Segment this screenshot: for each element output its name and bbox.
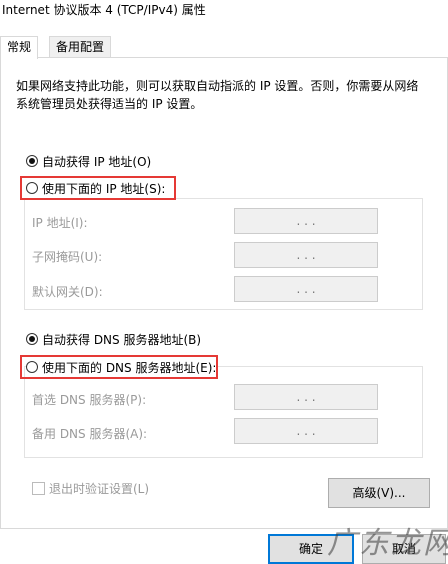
window-title: Internet 协议版本 4 (TCP/IPv4) 属性 [2,3,206,17]
radio-auto-ip[interactable]: 自动获得 IP 地址(O) [26,152,151,170]
checkbox-icon[interactable] [32,482,45,495]
radio-unchecked-icon[interactable] [26,361,38,373]
watermark-logo: 广东龙网 [327,526,448,561]
preferred-dns-label: 首选 DNS 服务器(P): [32,393,147,407]
default-gateway-label: 默认网关(D): [32,285,103,299]
preferred-dns-input[interactable]: . . . [234,384,378,410]
description-text: 如果网络支持此功能，则可以获取自动指派的 IP 设置。否则，你需要从网络系统管理… [16,79,419,111]
default-gateway-input[interactable]: . . . [234,276,378,302]
radio-unchecked-icon[interactable] [26,182,38,194]
subnet-mask-label: 子网掩码(U): [32,250,103,264]
radio-manual-ip-label: 使用下面的 IP 地址(S): [42,181,166,196]
dns-group-box [24,366,423,458]
ip-address-value: . . . [296,214,316,228]
radio-auto-ip-label: 自动获得 IP 地址(O) [42,154,152,169]
tab-strip: 常规 备用配置 [0,36,448,59]
default-gateway-value: . . . [296,282,316,296]
radio-checked-icon[interactable] [26,155,38,167]
subnet-mask-value: . . . [296,248,316,262]
alternate-dns-input[interactable]: . . . [234,418,378,444]
ip-address-input[interactable]: . . . [234,208,378,234]
validate-checkbox-row[interactable]: 退出时验证设置(L) [32,480,149,497]
validate-settings-label: 退出时验证设置(L) [49,482,150,496]
tab-alternate-config[interactable]: 备用配置 [49,36,112,58]
radio-checked-icon[interactable] [26,333,38,345]
radio-manual-ip[interactable]: 使用下面的 IP 地址(S): [26,179,166,197]
alternate-dns-label: 备用 DNS 服务器(A): [32,427,148,441]
radio-auto-dns[interactable]: 自动获得 DNS 服务器地址(B) [26,330,201,348]
radio-manual-dns-label: 使用下面的 DNS 服务器地址(E): [42,360,217,375]
preferred-dns-value: . . . [296,390,316,404]
subnet-mask-input[interactable]: . . . [234,242,378,268]
title-bar: Internet 协议版本 4 (TCP/IPv4) 属性 [0,0,448,32]
alternate-dns-value: . . . [296,424,316,438]
radio-manual-dns[interactable]: 使用下面的 DNS 服务器地址(E): [26,358,217,376]
ip-address-label: IP 地址(I): [32,216,88,230]
radio-auto-dns-label: 自动获得 DNS 服务器地址(B) [42,332,202,347]
advanced-button[interactable]: 高级(V)... [328,478,430,508]
tab-general[interactable]: 常规 [0,36,39,59]
